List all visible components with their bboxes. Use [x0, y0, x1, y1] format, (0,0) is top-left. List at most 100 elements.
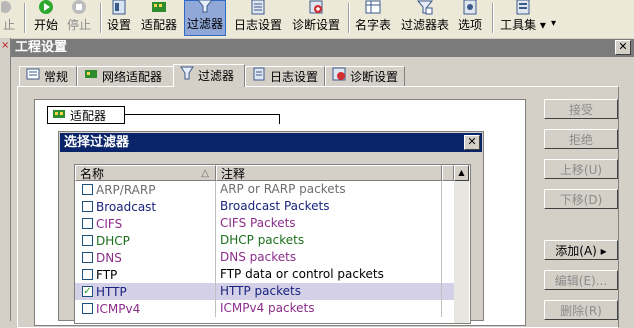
close-button[interactable]: ✕ [615, 40, 631, 55]
filter-icon [197, 0, 213, 14]
tab-label: 常规 [44, 69, 69, 84]
filter-comment: DHCP packets [216, 232, 442, 249]
play-icon [38, 0, 54, 15]
checkbox[interactable]: ✓ [82, 286, 93, 297]
toolbar-diagnose-settings-button[interactable]: 诊断设置 [289, 0, 343, 36]
list-item[interactable]: ✓ HTTP HTTP packets [75, 283, 454, 300]
scroll-up-arrow-icon[interactable]: ▲ [454, 165, 469, 181]
toolbar-overflow-chevron-icon[interactable]: ▾ [551, 18, 556, 29]
move-up-button[interactable]: 上移(U) [544, 159, 618, 179]
toolbar-name-table-button[interactable]: 名字表 [352, 0, 394, 36]
toolbar-button-label: 诊断设置 [291, 18, 340, 32]
checkbox[interactable] [82, 252, 93, 263]
stop-icon [71, 0, 87, 15]
toolbar-separator [492, 3, 494, 33]
checkbox[interactable] [82, 269, 93, 280]
list-item[interactable]: FTP FTP data or control packets [75, 266, 454, 283]
select-filter-dialog: 选择过滤器 ✕ 名称 △ 注释 ARP/RARP ARP or RARP pac… [58, 131, 484, 324]
list-item[interactable]: DNS DNS packets [75, 249, 454, 266]
edit-button[interactable]: 编辑(E)... [544, 270, 618, 290]
toolbar-button-label: 适配器 [140, 18, 177, 32]
tab-label: 过滤器 [198, 69, 235, 83]
diagnose-icon [308, 0, 324, 15]
toolbar-button-label: 过滤器表 [400, 18, 449, 32]
adapter-icon [84, 67, 98, 87]
log-icon [250, 0, 266, 15]
list-item[interactable]: DHCP DHCP packets [75, 232, 454, 249]
toolbar-filter-table-button[interactable]: 过滤器表 [399, 0, 451, 36]
add-button[interactable]: 添加(A) ▸ [544, 240, 618, 260]
list-item[interactable]: Broadcast Broadcast Packets [75, 198, 454, 215]
tab-label: 日志设置 [270, 69, 319, 84]
filter-name: ICMPv4 [96, 301, 141, 316]
move-down-button[interactable]: 下移(D) [544, 189, 618, 209]
toolbar-separator [348, 3, 350, 33]
toolbar-toolset-button[interactable]: 工具集 ▾ [497, 0, 549, 36]
toolbar-stop-partial-button[interactable]: 止 [0, 0, 18, 36]
log-icon [252, 67, 266, 87]
filter-name: ARP/RARP [96, 182, 156, 197]
adapter-tree-node[interactable]: 适配器 [47, 106, 125, 124]
accept-button[interactable]: 接受 [544, 99, 618, 119]
tab-diagnose-settings[interactable]: 诊断设置 [325, 66, 405, 86]
filter-comment: ICMPv4 packets [216, 300, 442, 317]
close-icon: × [1, 40, 10, 51]
filter-comment: DNS packets [216, 249, 442, 266]
reject-button[interactable]: 拒绝 [544, 129, 618, 149]
filter-name: DHCP [96, 233, 130, 248]
tab-label: 诊断设置 [350, 69, 399, 84]
toolbar-button-label: 设置 [106, 18, 131, 32]
column-header-name[interactable]: 名称 △ [75, 165, 216, 181]
adapter-icon [52, 107, 66, 124]
filter-comment: HTTP packets [216, 283, 442, 300]
list-item[interactable]: ARP/RARP ARP or RARP packets [75, 181, 454, 198]
toolbar-separator [100, 3, 102, 33]
checkbox[interactable] [82, 218, 93, 229]
toolbar-button-label: 工具集 ▾ [500, 18, 546, 32]
filter-name: CIFS [96, 216, 123, 231]
close-button[interactable]: ✕ [464, 135, 480, 150]
filter-table-icon [416, 0, 434, 15]
checkbox[interactable] [82, 303, 93, 314]
checkbox[interactable] [82, 235, 93, 246]
delete-button[interactable]: 删除(R) [544, 300, 618, 320]
vertical-scrollbar[interactable]: ▲ [454, 165, 469, 323]
settings-icon [111, 0, 127, 15]
tab-filter[interactable]: 过滤器 [173, 64, 245, 87]
tree-connector [279, 114, 280, 124]
toolbar-filter-button[interactable]: 过滤器 [184, 0, 226, 36]
list-item[interactable]: ICMPv4 ICMPv4 packets [75, 300, 454, 317]
chevron-down-icon: ▾ [539, 18, 546, 32]
toolbar-button-label: 过滤器 [186, 17, 223, 31]
main-toolbar: 止 开始 停止 设置 适配器 过滤器 日志设置 诊断设置 名字表 过滤器表 选项… [0, 0, 634, 39]
checkbox[interactable] [82, 201, 93, 212]
general-icon [26, 67, 40, 87]
tab-label: 网络适配器 [102, 69, 163, 84]
dialog-title: 选择过滤器 [64, 135, 130, 150]
checkbox[interactable] [82, 184, 93, 195]
filter-list-header: 名称 △ 注释 [75, 165, 455, 181]
tab-log-settings[interactable]: 日志设置 [245, 66, 325, 86]
toolbar-button-label: 止 [2, 18, 15, 32]
stop-icon [0, 0, 17, 15]
toolbar-stop-button[interactable]: 停止 [63, 0, 95, 36]
toolbar-start-button[interactable]: 开始 [30, 0, 62, 36]
list-item[interactable]: CIFS CIFS Packets [75, 215, 454, 232]
tab-general[interactable]: 常规 [19, 66, 77, 86]
options-icon [462, 0, 478, 15]
toolbar-button-label: 停止 [66, 18, 91, 32]
toolbar-log-settings-button[interactable]: 日志设置 [231, 0, 285, 36]
toolbar-button-label: 日志设置 [233, 18, 282, 32]
column-header-label: 名称 [80, 167, 105, 181]
column-header-comment[interactable]: 注释 [216, 165, 442, 181]
filter-name: FTP [96, 267, 118, 282]
toolbar-settings-button[interactable]: 设置 [104, 0, 134, 36]
filter-icon [180, 66, 194, 86]
toolbar-adapter-button[interactable]: 适配器 [138, 0, 180, 36]
toolset-icon [515, 0, 531, 15]
diagnose-icon [332, 67, 346, 87]
left-gutter: × [0, 38, 10, 321]
project-settings-titlebar: 工程设置 [11, 39, 634, 57]
toolbar-options-button[interactable]: 选项 [455, 0, 485, 36]
tab-network-adapter[interactable]: 网络适配器 [77, 66, 174, 86]
